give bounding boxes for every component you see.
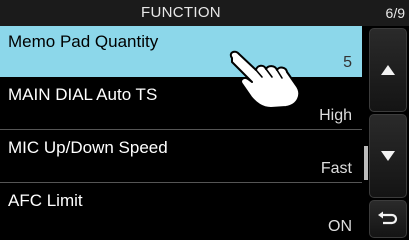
scrollbar[interactable] bbox=[364, 28, 368, 238]
menu-item-label: MAIN DIAL Auto TS bbox=[8, 85, 158, 104]
up-arrow-icon bbox=[381, 65, 395, 75]
scroll-down-button[interactable] bbox=[369, 114, 407, 198]
scroll-thumb[interactable] bbox=[364, 146, 368, 180]
menu-item-afc-limit[interactable]: AFC Limit ON bbox=[0, 185, 362, 240]
menu-item-value: Fast bbox=[320, 160, 352, 177]
screen-title: FUNCTION bbox=[141, 4, 221, 21]
touch-hand-icon bbox=[229, 50, 301, 108]
scroll-up-button[interactable] bbox=[369, 28, 407, 112]
back-button[interactable] bbox=[369, 200, 407, 238]
menu-item-value: ON bbox=[328, 218, 352, 235]
return-arrow-icon bbox=[378, 211, 398, 225]
menu-item-value: High bbox=[319, 107, 352, 124]
menu-item-value: 5 bbox=[343, 54, 352, 71]
page-indicator: 6/9 bbox=[385, 5, 405, 21]
title-bar: FUNCTION 6/9 bbox=[0, 0, 409, 26]
menu-item-label: AFC Limit bbox=[8, 191, 83, 210]
menu-item-label: Memo Pad Quantity bbox=[8, 32, 159, 51]
down-arrow-icon bbox=[381, 151, 395, 161]
menu-item-label: MIC Up/Down Speed bbox=[8, 138, 168, 157]
menu-item-mic-up-down-speed[interactable]: MIC Up/Down Speed Fast bbox=[0, 132, 362, 183]
